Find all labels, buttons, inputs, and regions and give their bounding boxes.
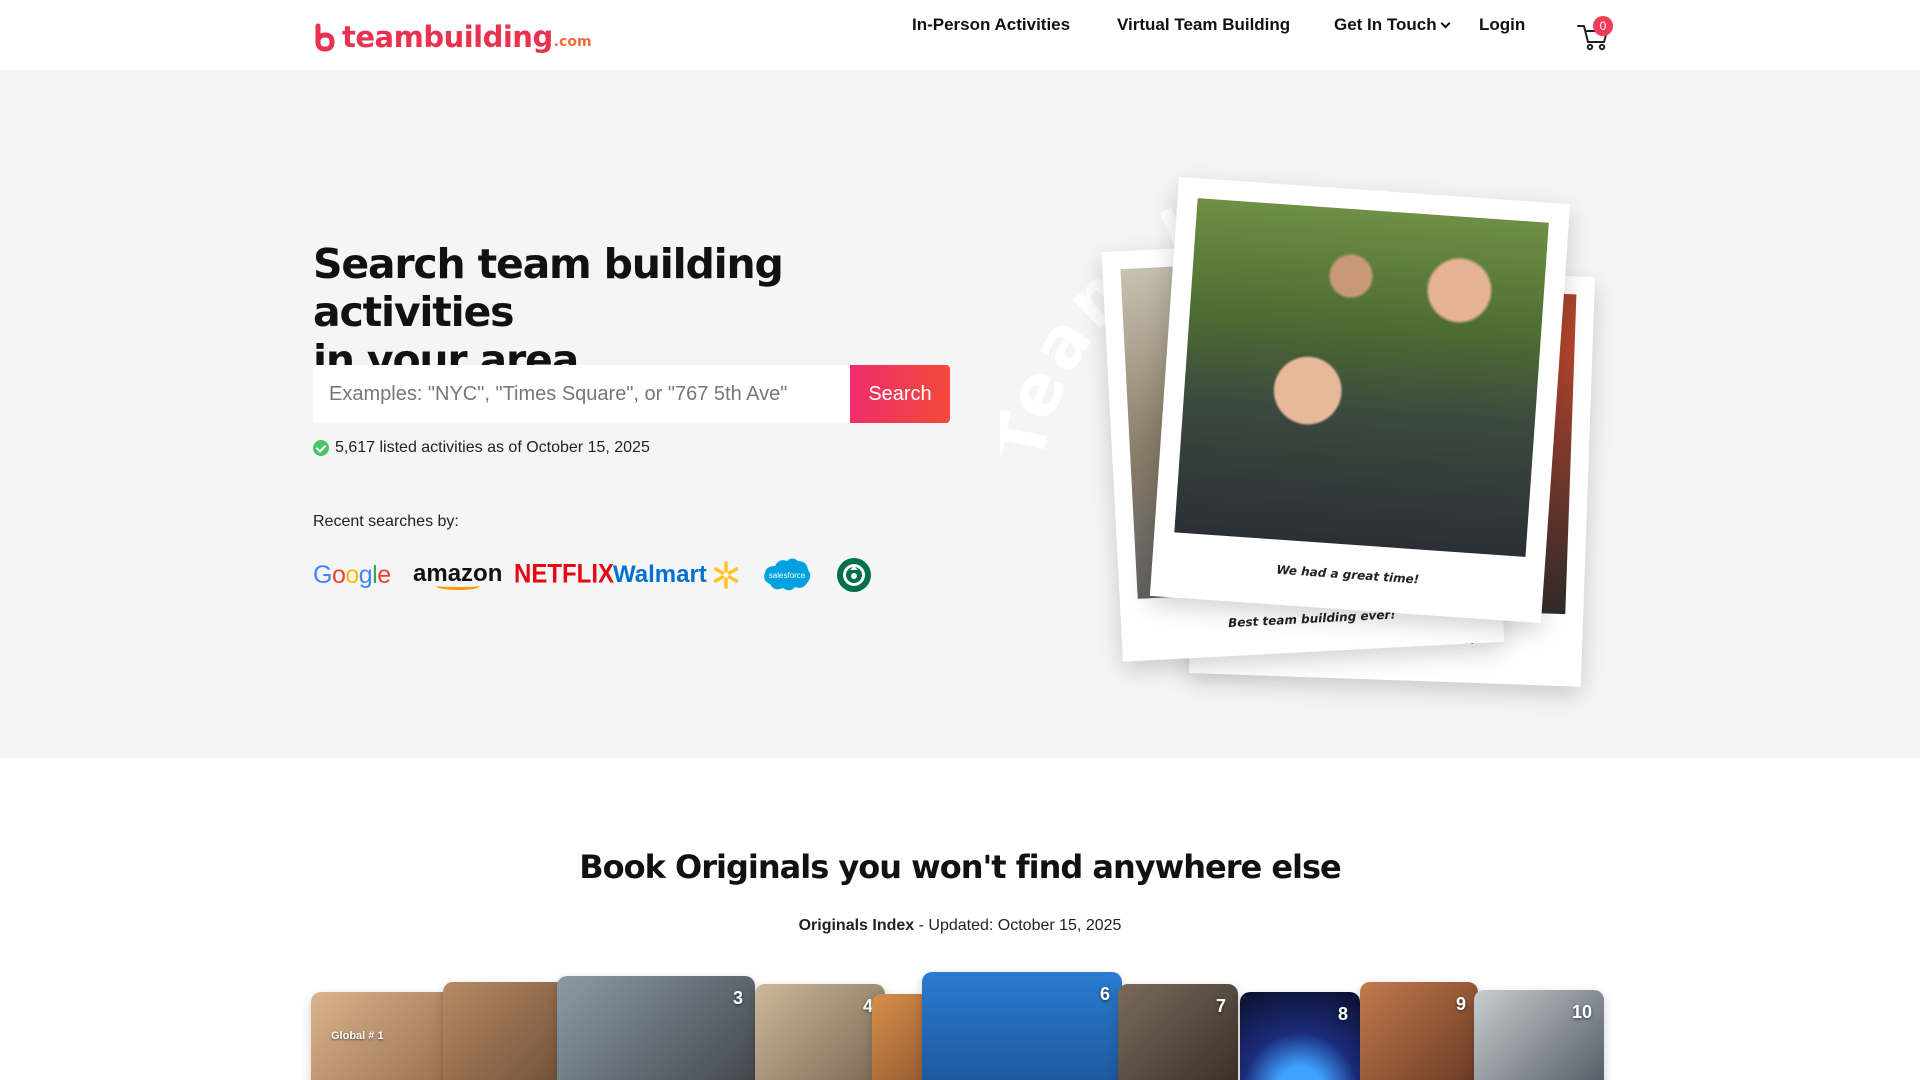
hero-section: Search team building activities in your … [0, 70, 1920, 758]
logo-mark-icon [315, 23, 335, 52]
original-card-7[interactable]: 7 [1118, 984, 1238, 1080]
location-search-input[interactable] [313, 365, 850, 423]
polaroid-front-caption: We had a great time! [1275, 562, 1420, 587]
originals-updated-text: - Updated: October 15, 2025 [914, 917, 1122, 934]
google-logo: Google [313, 560, 391, 589]
site-logo[interactable]: teambuilding .com [312, 17, 592, 57]
global-rank-badge: Global # 1 [331, 1030, 384, 1042]
card-number: 3 [732, 988, 743, 1008]
walmart-logo: Walmart [613, 550, 741, 600]
logo-text: teambuilding [342, 20, 553, 54]
activity-count-text: 5,617 listed activities as of October 15… [335, 439, 650, 456]
original-card-8[interactable]: 8 [1240, 992, 1360, 1080]
starbucks-siren-icon [837, 558, 871, 592]
check-circle-icon [313, 440, 329, 456]
card-number: 9 [1455, 994, 1466, 1014]
logo-suffix: .com [553, 34, 592, 50]
salesforce-logo-text: salesforce [769, 571, 806, 580]
nav-get-in-touch-label: Get In Touch [1334, 15, 1437, 34]
original-card-3[interactable]: 3 [557, 976, 755, 1080]
search-button[interactable]: Search [850, 365, 950, 423]
original-card-9[interactable]: 9 [1360, 982, 1478, 1080]
nav-virtual-team-building[interactable]: Virtual Team Building [1117, 15, 1290, 35]
activity-count-status: 5,617 listed activities as of October 15… [313, 439, 650, 457]
card-number: 10 [1571, 1002, 1592, 1022]
recent-searches-label: Recent searches by: [313, 513, 459, 530]
nav-get-in-touch[interactable]: Get In Touch [1334, 15, 1451, 35]
salesforce-logo: salesforce [761, 550, 813, 600]
card-number: 6 [1099, 984, 1110, 1004]
salesforce-cloud-icon: salesforce [764, 558, 811, 591]
polaroid-front: We had a great time! [1149, 176, 1571, 624]
originals-subtitle: Originals Index - Updated: October 15, 2… [0, 917, 1920, 935]
card-number: 8 [1337, 1004, 1348, 1024]
hero-title: Search team building activities in your … [313, 240, 953, 384]
starbucks-logo [835, 550, 873, 600]
polaroid-front-photo [1174, 198, 1549, 557]
original-card-6[interactable]: 6 [922, 972, 1122, 1080]
netflix-logo: NETFLIX [514, 559, 614, 590]
original-card-10[interactable]: 10 [1474, 990, 1604, 1080]
original-card-4[interactable]: 4 [755, 984, 885, 1080]
walmart-spark-icon [713, 561, 738, 589]
amazon-smile-icon [435, 582, 480, 590]
amazon-logo: amazon [413, 550, 502, 600]
originals-title: Book Originals you won't find anywhere e… [579, 848, 1342, 886]
nav-login[interactable]: Login [1479, 15, 1525, 35]
site-header: teambuilding .com In-Person Activities V… [0, 0, 1920, 70]
card-number: 7 [1215, 996, 1226, 1016]
cart-count-badge: 0 [1593, 16, 1613, 36]
originals-card-strip: Global # 1 1 2 3 4 5 6 7 8 9 10 [0, 970, 1920, 1080]
search-form: Search [313, 365, 950, 423]
walmart-logo-text: Walmart [613, 561, 707, 588]
hero-title-line1: Search team building activities [313, 240, 784, 336]
chevron-down-icon [1440, 18, 1451, 29]
nav-in-person-activities[interactable]: In-Person Activities [912, 15, 1070, 35]
originals-index-label: Originals Index [798, 917, 915, 934]
